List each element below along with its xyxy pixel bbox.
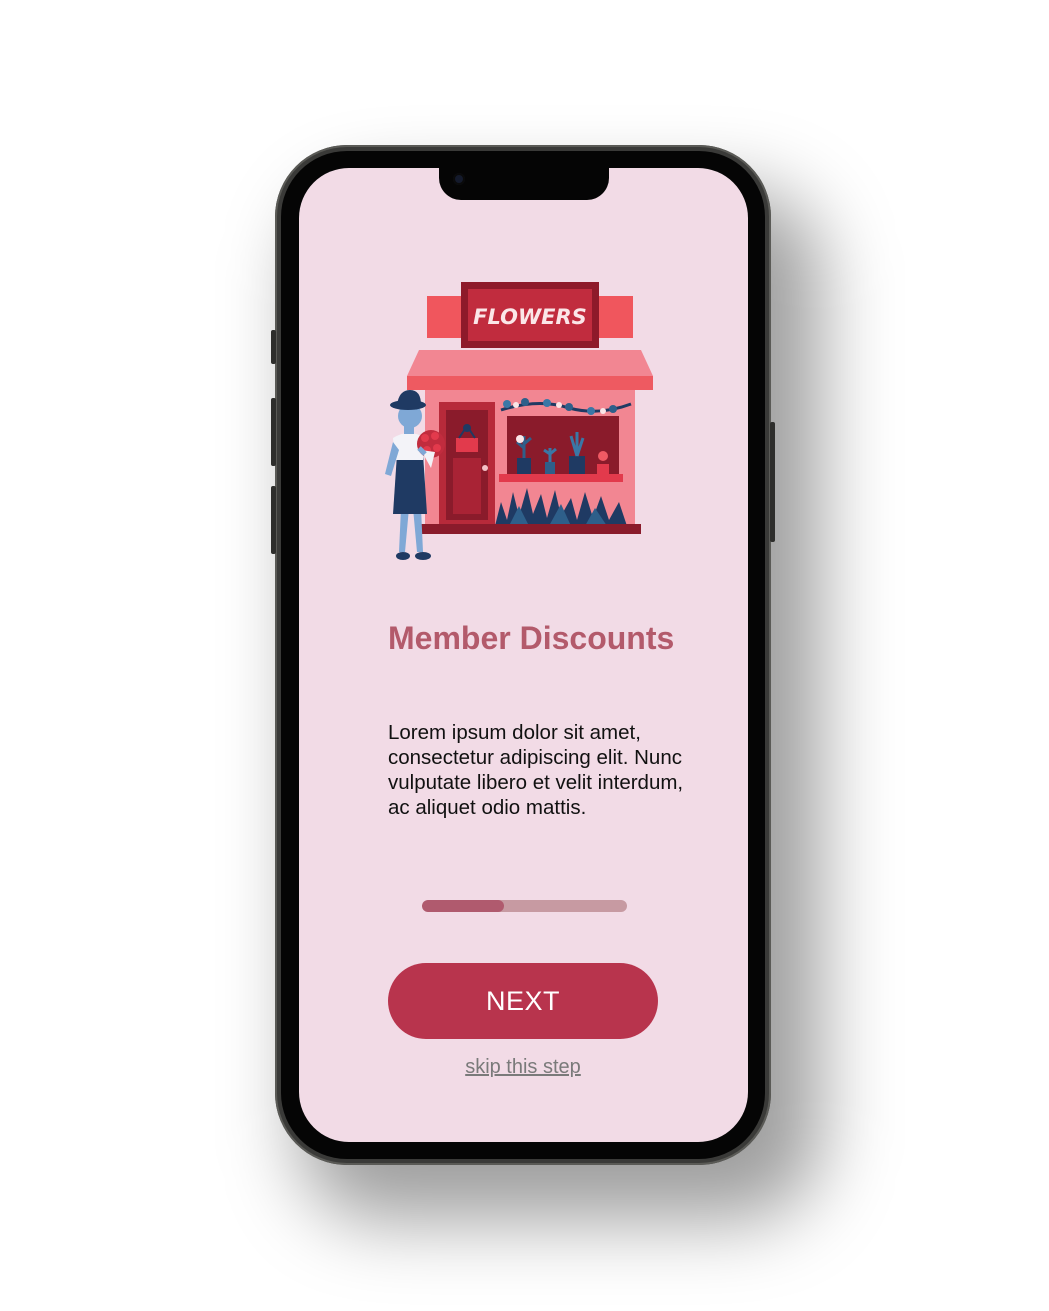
- vine-leaf: [565, 403, 573, 411]
- shop-door-panel: [453, 458, 481, 514]
- vine-flower: [513, 402, 519, 408]
- plant-pot: [597, 464, 609, 474]
- volume-up-button: [271, 398, 276, 466]
- shop-awning: [407, 350, 653, 376]
- vine-leaf: [587, 407, 595, 415]
- volume-down-button: [271, 486, 276, 554]
- door-sign-bow: [463, 424, 471, 432]
- plant-pot: [569, 456, 585, 474]
- mute-switch: [271, 330, 276, 364]
- onboarding-progress-bar: [422, 900, 627, 912]
- window-sill: [499, 474, 623, 482]
- vine-leaf: [609, 405, 617, 413]
- vine-leaf: [521, 398, 529, 406]
- front-camera-icon: [453, 173, 465, 185]
- window-flower: [598, 451, 608, 461]
- door-hanging-sign: [456, 438, 478, 452]
- door-knob: [482, 465, 488, 471]
- florist-apron: [393, 454, 427, 514]
- vine-flower: [600, 408, 606, 414]
- flower-shop-illustration: FLOWERS: [385, 282, 653, 560]
- bouquet-flower: [433, 444, 441, 452]
- plant-pot: [517, 458, 531, 474]
- plant-pot: [545, 462, 555, 474]
- vine-leaf: [503, 400, 511, 408]
- bouquet-flower: [421, 434, 429, 442]
- onboarding-progress-fill: [422, 900, 504, 912]
- florist-hat: [397, 390, 421, 405]
- home-indicator: [449, 1127, 599, 1132]
- window-flower: [516, 435, 524, 443]
- bouquet-flower: [431, 432, 439, 440]
- skip-step-link[interactable]: skip this step: [388, 1056, 658, 1079]
- florist-shoe: [396, 552, 410, 560]
- phone-screen: FLOWERS Member Discounts Lorem ipsum dol…: [299, 168, 748, 1142]
- florist-leg: [413, 508, 423, 552]
- onboarding-description: Lorem ipsum dolor sit amet, consectetur …: [388, 721, 684, 819]
- onboarding-title: Member Discounts: [388, 620, 675, 656]
- next-button[interactable]: NEXT: [388, 963, 658, 1039]
- shop-base: [419, 524, 641, 534]
- shop-sign-text: FLOWERS: [473, 305, 587, 329]
- shop-awning-edge: [407, 376, 653, 390]
- power-button: [770, 422, 775, 542]
- vine-flower: [556, 402, 562, 408]
- notch: [439, 168, 609, 200]
- vine-leaf: [543, 399, 551, 407]
- florist-shoe: [415, 552, 431, 560]
- florist-leg: [399, 508, 409, 552]
